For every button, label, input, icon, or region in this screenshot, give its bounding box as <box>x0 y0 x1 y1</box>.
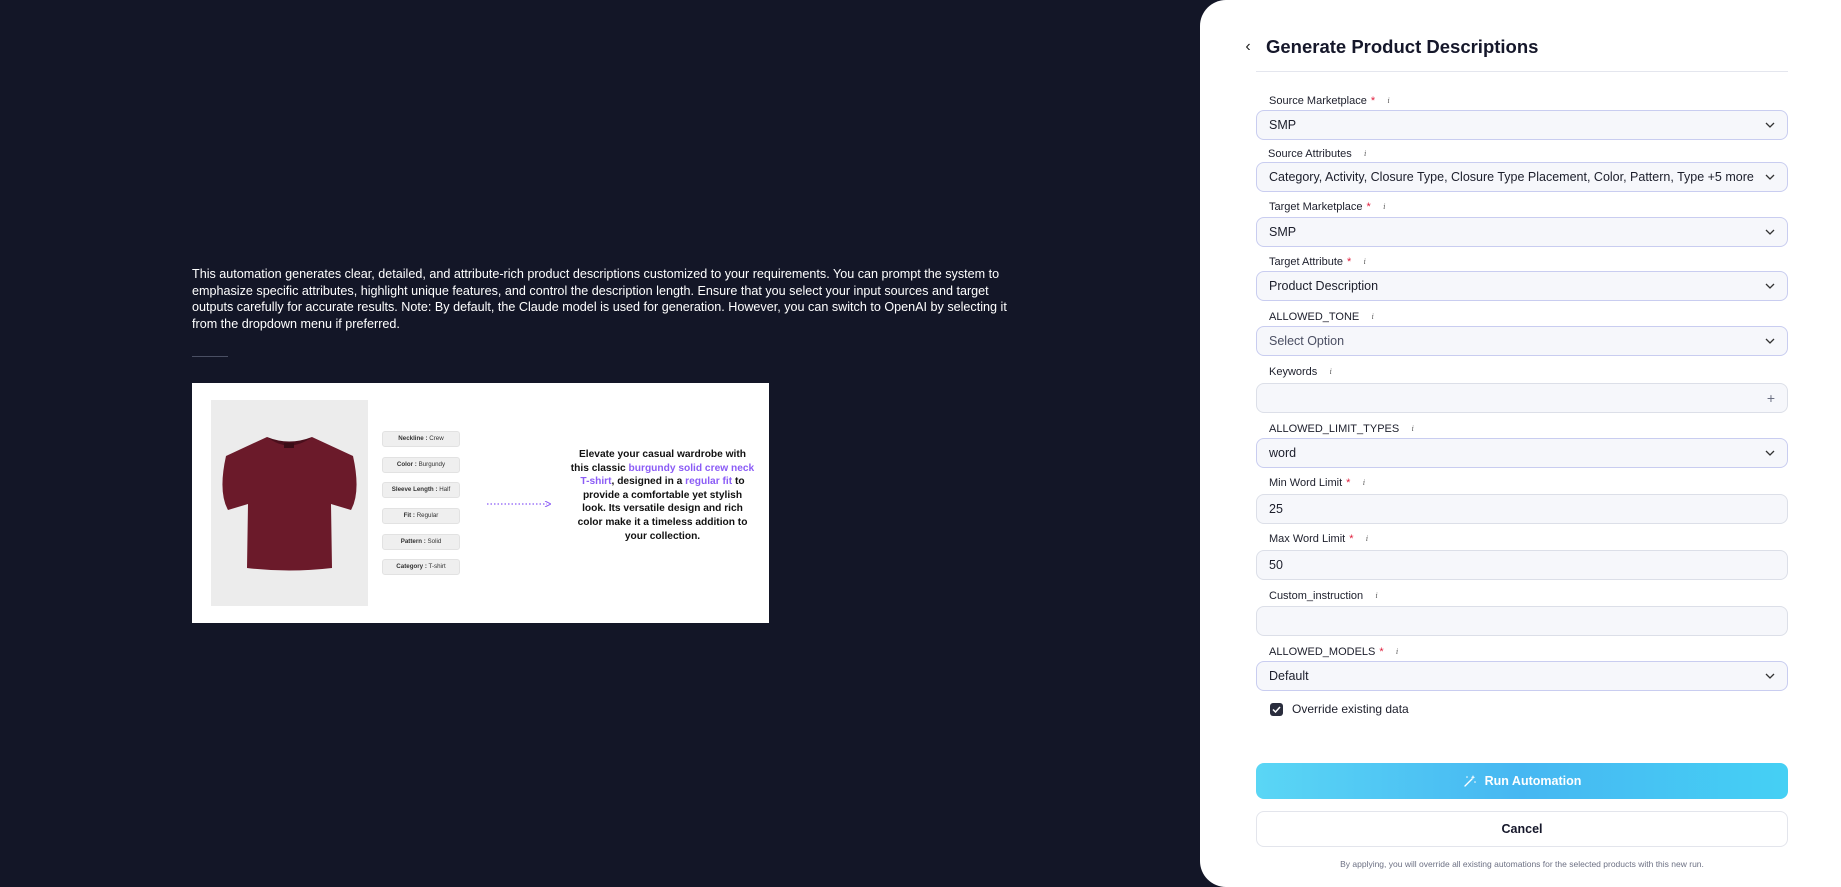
info-icon[interactable]: i <box>1380 203 1389 212</box>
override-warning-note: By applying, you will override all exist… <box>1340 859 1704 869</box>
target-attribute-label: Target Attribute * i <box>1269 256 1369 268</box>
allowed-models-label: ALLOWED_MODELS * i <box>1269 646 1402 658</box>
override-label: Override existing data <box>1292 702 1409 716</box>
source-attributes-label: Source Attributes i <box>1268 148 1370 160</box>
keywords-input[interactable]: + <box>1256 383 1788 413</box>
min-word-limit-label: Min Word Limit * i <box>1269 477 1368 489</box>
cancel-button[interactable]: Cancel <box>1256 811 1788 847</box>
target-marketplace-select[interactable]: SMP <box>1256 217 1788 247</box>
allowed-models-select[interactable]: Default <box>1256 661 1788 691</box>
chevron-left-icon[interactable]: ‹ <box>1240 38 1256 55</box>
attribute-pill-pattern: Pattern : Solid <box>382 534 460 550</box>
allowed-limit-types-select[interactable]: word <box>1256 438 1788 468</box>
max-word-limit-input[interactable]: 50 <box>1256 550 1788 580</box>
chevron-down-icon <box>1765 172 1775 182</box>
min-word-limit-input[interactable]: 25 <box>1256 494 1788 524</box>
chevron-down-icon <box>1765 281 1775 291</box>
info-icon[interactable]: i <box>1361 150 1370 159</box>
info-icon[interactable]: i <box>1360 258 1369 267</box>
chevron-down-icon <box>1765 448 1775 458</box>
override-checkbox[interactable] <box>1270 702 1283 716</box>
cancel-label: Cancel <box>1501 822 1543 836</box>
target-marketplace-label: Target Marketplace * i <box>1269 201 1389 213</box>
allowed-tone-label: ALLOWED_TONE i <box>1269 311 1377 323</box>
info-icon[interactable]: i <box>1384 97 1393 106</box>
panel-title: Generate Product Descriptions <box>1266 36 1539 57</box>
info-icon[interactable]: i <box>1393 648 1402 657</box>
override-existing-data-option[interactable]: Override existing data <box>1270 702 1409 716</box>
chevron-down-icon <box>1765 671 1775 681</box>
allowed-tone-select[interactable]: Select Option <box>1256 326 1788 356</box>
attribute-pill-category: Category : T-shirt <box>382 559 460 575</box>
allowed-limit-types-label: ALLOWED_LIMIT_TYPES i <box>1269 423 1417 435</box>
custom-instruction-label: Custom_instruction i <box>1269 590 1381 602</box>
divider <box>192 356 228 357</box>
source-marketplace-select[interactable]: SMP <box>1256 110 1788 140</box>
arrow-right-icon <box>487 501 551 507</box>
checkmark-icon <box>1272 705 1281 713</box>
info-icon[interactable]: i <box>1408 425 1417 434</box>
attribute-pill-sleeve-length: Sleeve Length : Half <box>382 482 460 498</box>
chevron-down-icon <box>1765 227 1775 237</box>
run-automation-button[interactable]: Run Automation <box>1256 763 1788 799</box>
info-icon[interactable]: i <box>1326 368 1335 377</box>
chevron-down-icon <box>1765 336 1775 346</box>
info-icon[interactable]: i <box>1372 592 1381 601</box>
attribute-pill-neckline: Neckline : Crew <box>382 431 460 447</box>
custom-instruction-input[interactable] <box>1256 606 1788 636</box>
attribute-pill-fit: Fit : Regular <box>382 508 460 524</box>
example-illustration: Neckline : Crew Color : Burgundy Sleeve … <box>192 383 769 623</box>
header-divider <box>1256 71 1788 72</box>
attribute-pill-color: Color : Burgundy <box>382 457 460 473</box>
magic-wand-icon <box>1463 774 1477 788</box>
info-icon[interactable]: i <box>1359 479 1368 488</box>
source-marketplace-label: Source Marketplace * i <box>1269 95 1393 107</box>
source-attributes-select[interactable]: Category, Activity, Closure Type, Closur… <box>1256 162 1788 192</box>
info-icon[interactable]: i <box>1368 313 1377 322</box>
keywords-label: Keywords i <box>1269 366 1335 378</box>
target-attribute-select[interactable]: Product Description <box>1256 271 1788 301</box>
max-word-limit-label: Max Word Limit * i <box>1269 533 1371 545</box>
automation-description: This automation generates clear, detaile… <box>192 267 1007 331</box>
run-automation-label: Run Automation <box>1484 774 1582 788</box>
tshirt-image <box>211 400 368 606</box>
generated-description-example: Elevate your casual wardrobe with this c… <box>570 449 755 542</box>
tshirt-icon <box>222 437 357 571</box>
panel-header: ‹ Generate Product Descriptions <box>1240 36 1538 58</box>
automation-panel: ‹ Generate Product Descriptions Source M… <box>1200 0 1841 887</box>
info-icon[interactable]: i <box>1362 535 1371 544</box>
plus-icon[interactable]: + <box>1767 390 1775 406</box>
chevron-down-icon <box>1765 120 1775 130</box>
